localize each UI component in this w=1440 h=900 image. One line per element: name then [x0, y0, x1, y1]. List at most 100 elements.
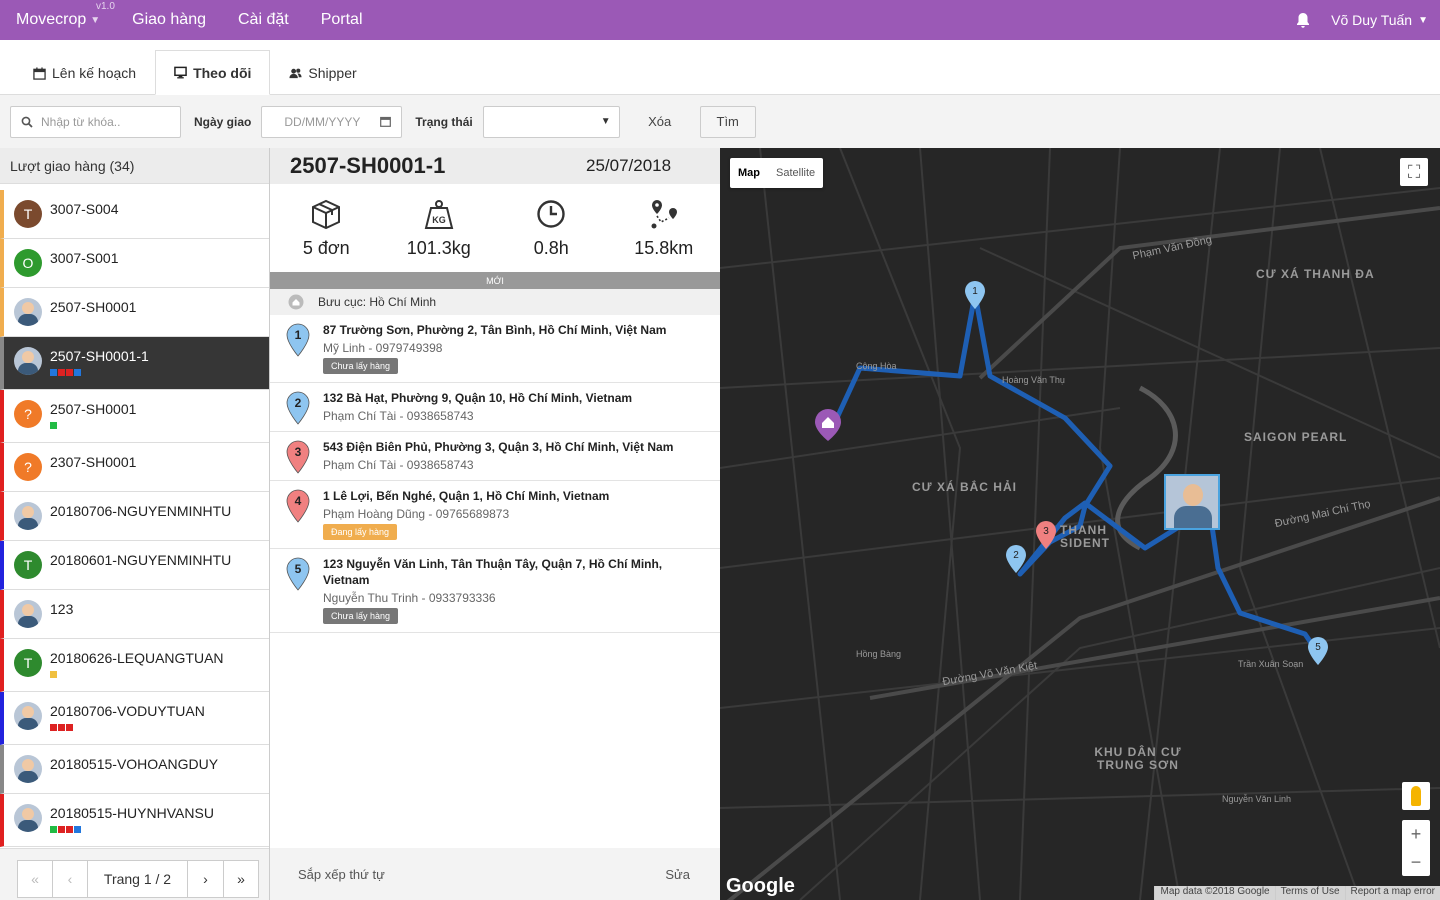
map-type-satellite-button[interactable]: Satellite [768, 158, 823, 188]
nav-link-portal[interactable]: Portal [305, 0, 379, 40]
stop-item[interactable]: 2 132 Bà Hạt, Phường 9, Quận 10, Hồ Chí M… [270, 383, 720, 432]
stop-item[interactable]: 5 123 Nguyễn Văn Linh, Tân Thuận Tây, Quậ… [270, 549, 720, 633]
status-chips [50, 671, 269, 678]
zoom-out-button[interactable]: − [1402, 848, 1430, 876]
stop-contact: Nguyễn Thu Trinh - 0933793336 [323, 591, 496, 605]
stat-distance-value: 15.8km [634, 237, 694, 258]
status-chip [58, 369, 65, 376]
route-detail-panel: 2507-SH0001-1 25/07/2018 5 đơn KG 101.3k… [270, 148, 720, 900]
route-list-item-name: 3007-S001 [50, 250, 119, 266]
map-stop-marker[interactable]: 5 [1307, 636, 1329, 666]
terms-of-use-link[interactable]: Terms of Use [1274, 886, 1345, 900]
map-area-label: CƯ XÁ BẮC HẢI [912, 480, 1017, 494]
map-area-label: CƯ XÁ THANH ĐA [1256, 267, 1375, 281]
route-list-item[interactable]: 20180515-HUYNHVANSU [0, 794, 269, 847]
status-select[interactable]: ▼ [482, 105, 620, 138]
route-list-item[interactable]: 20180706-NGUYENMINHTU [0, 492, 269, 541]
map-area-label: THANH SIDENT [1060, 523, 1111, 550]
route-list-item-name: 20180626-LEQUANGTUAN [50, 650, 224, 666]
status-label: Trạng thái [415, 114, 473, 129]
map-street-label: Nguyễn Văn Linh [1222, 794, 1292, 804]
report-map-error-link[interactable]: Report a map error [1344, 886, 1440, 900]
map-area-label: KHU DÂN CƯ TRUNG SƠN [1094, 745, 1182, 772]
status-chip [50, 724, 57, 731]
map-stop-marker[interactable]: 1 [964, 280, 986, 310]
stop-item[interactable]: 3 543 Điện Biên Phủ, Phường 3, Quận 3, Hồ… [270, 432, 720, 481]
svg-text:3: 3 [1043, 526, 1049, 537]
status-chip [66, 369, 73, 376]
user-menu[interactable]: Võ Duy Tuấn ▼ [1331, 12, 1440, 28]
stop-item[interactable]: 1 87 Trường Sơn, Phường 2, Tân Bình, Hồ C… [270, 315, 720, 383]
tab-tracking[interactable]: Theo dõi [155, 50, 271, 95]
route-list-item[interactable]: ? 2507-SH0001 [0, 390, 269, 443]
prev-page-button[interactable]: ‹ [52, 860, 88, 898]
brand-menu[interactable]: Movecrop v1.0 ▼ [0, 0, 116, 40]
tab-shipper[interactable]: Shipper [270, 50, 375, 95]
map-stop-marker[interactable]: 2 [1005, 544, 1027, 574]
street-view-pegman-icon[interactable] [1402, 782, 1430, 810]
stop-address: 132 Bà Hạt, Phường 9, Quận 10, Hồ Chí Mi… [323, 391, 633, 405]
tab-plan[interactable]: Lên kế hoạch [14, 50, 155, 95]
stop-address: 123 Nguyễn Văn Linh, Tân Thuận Tây, Quận… [323, 557, 663, 587]
shipper-avatar-marker[interactable] [1164, 474, 1220, 530]
route-list-panel: Lượt giao hàng (34) T 3007-S004 O 3007-S001… [0, 148, 270, 900]
avatar [14, 755, 42, 783]
chevron-down-icon: ▼ [90, 14, 101, 26]
clear-button[interactable]: Xóa [620, 106, 700, 138]
bell-icon[interactable] [1295, 12, 1311, 28]
route-list-item-name: 20180515-HUYNHVANSU [50, 805, 214, 821]
stop-item[interactable]: 4 1 Lê Lợi, Bến Nghé, Quận 1, Hồ Chí Minh… [270, 481, 720, 549]
route-list-item-name: 2507-SH0001 [50, 401, 137, 417]
route-map[interactable]: Map Satellite ⛶ CƯ XÁ THANH ĐA SAIGON PE… [720, 148, 1440, 900]
route-list-item[interactable]: T 3007-S004 [0, 190, 269, 239]
route-list-item[interactable]: ? 2307-SH0001 [0, 443, 269, 492]
route-code: 2507-SH0001-1 [290, 153, 446, 178]
depot-row: Bưu cục: Hồ Chí Minh [270, 289, 720, 315]
google-logo: Google [726, 875, 795, 897]
stop-number: 2 [295, 396, 302, 410]
status-chips [50, 422, 269, 429]
route-list-item[interactable]: T 20180601-NGUYENMINHTU [0, 541, 269, 590]
route-list-item-name: 2507-SH0001-1 [50, 348, 149, 364]
route-list: T 3007-S004 O 3007-S001 2507-SH0001 2507-SH00… [0, 190, 269, 847]
route-list-item[interactable]: T 20180626-LEQUANGTUAN [0, 639, 269, 692]
depot-marker[interactable] [814, 408, 842, 442]
route-list-item[interactable]: 2507-SH0001 [0, 288, 269, 337]
map-attribution: Map data ©2018 Google Terms of Use Repor… [1154, 886, 1440, 900]
map-type-map-button[interactable]: Map [730, 158, 768, 188]
stop-pin-icon: 5 [286, 557, 310, 591]
stop-number: 5 [295, 562, 302, 576]
edit-button[interactable]: Sửa [665, 867, 690, 882]
stop-contact: Phạm Chí Tài - 0938658743 [323, 458, 474, 472]
date-field[interactable]: DD/MM/YYYY [261, 105, 403, 138]
first-page-button[interactable]: « [17, 860, 53, 898]
nav-link-giao-hang[interactable]: Giao hàng [116, 0, 222, 40]
user-name: Võ Duy Tuấn [1331, 12, 1413, 28]
clock-icon [537, 199, 565, 228]
route-list-item-name: 2507-SH0001 [50, 299, 137, 315]
next-page-button[interactable]: › [187, 860, 224, 898]
route-list-item[interactable]: 2507-SH0001-1 [0, 337, 269, 390]
route-list-item[interactable]: O 3007-S001 [0, 239, 269, 288]
search-input[interactable]: Nhập từ khóa.. [10, 105, 181, 138]
svg-text:2: 2 [1013, 550, 1019, 561]
route-list-item[interactable]: 20180515-VOHOANGDUY [0, 745, 269, 794]
nav-link-cai-dat[interactable]: Cài đặt [222, 0, 305, 40]
map-type-control: Map Satellite [730, 158, 824, 188]
route-list-item[interactable]: 123 [0, 590, 269, 639]
avatar [14, 702, 42, 730]
stop-pin-icon: 4 [286, 489, 310, 523]
route-list-item[interactable]: 20180706-VODUYTUAN [0, 692, 269, 745]
fullscreen-icon[interactable]: ⛶ [1400, 158, 1428, 186]
stop-contact: Mỹ Linh - 0979749398 [323, 341, 443, 355]
map-stop-marker[interactable]: 3 [1035, 520, 1057, 550]
route-list-title: Lượt giao hàng (34) [0, 148, 269, 184]
stop-contact: Phạm Hoàng Dũng - 09765689873 [323, 507, 510, 521]
weight-icon: KG [424, 199, 454, 229]
find-button[interactable]: Tìm [699, 105, 756, 138]
sort-order-button[interactable]: Sắp xếp thứ tự [298, 867, 385, 882]
status-chips [50, 724, 269, 731]
status-chip [50, 422, 57, 429]
last-page-button[interactable]: » [223, 860, 259, 898]
zoom-in-button[interactable]: + [1402, 820, 1430, 848]
